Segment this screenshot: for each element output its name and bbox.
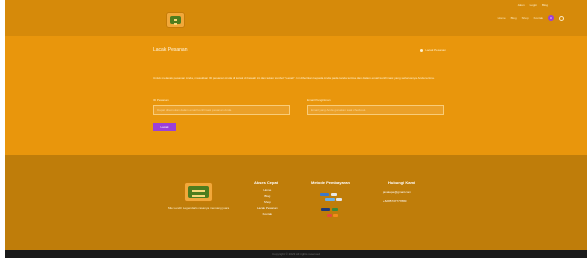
page: Akun Login Blog Home Blog Shop Kontak 0 … <box>5 0 587 258</box>
footer-link-blog[interactable]: Blog <box>264 194 270 198</box>
top-menu-login[interactable]: Login <box>530 3 537 7</box>
nav-shop[interactable]: Shop <box>522 16 529 20</box>
payment-logo <box>320 193 329 196</box>
order-id-label: ID Pesanan <box>153 98 169 102</box>
footer-link-kontak[interactable]: Kontak <box>263 212 272 216</box>
nav-home[interactable]: Home <box>498 16 506 20</box>
home-icon[interactable] <box>420 48 424 52</box>
quick-access-title: Akses Cepat <box>254 180 279 185</box>
payment-logo <box>336 198 342 201</box>
site-header: Akun Login Blog Home Blog Shop Kontak 0 <box>5 0 587 36</box>
footer-link-home[interactable]: Home <box>263 188 271 192</box>
footer-link-shop[interactable]: Shop <box>264 200 271 204</box>
payment-logo <box>333 214 338 217</box>
breadcrumb: Lacak Pesanan <box>420 48 446 52</box>
footer-link-track-order[interactable]: Lacak Pesanan <box>257 206 278 210</box>
footer-logo[interactable] <box>184 182 213 202</box>
payment-methods-title: Metode Pembayaran <box>311 180 350 185</box>
payment-logo <box>331 193 337 196</box>
copyright-text: Copyright © 2023 All rights reserved <box>271 252 321 256</box>
billing-email-input[interactable]: Email yang Anda gunakan saat checkout. <box>307 105 444 115</box>
top-menu-blog[interactable]: Blog <box>542 3 548 7</box>
logo-stripe <box>192 190 205 192</box>
main-nav: Home Blog Shop Kontak 0 <box>498 15 564 21</box>
top-menu: Akun Login Blog <box>518 3 548 7</box>
nav-blog[interactable]: Blog <box>511 16 517 20</box>
site-logo[interactable] <box>166 12 185 28</box>
payment-logo <box>327 214 332 217</box>
track-button[interactable]: Lacak <box>153 123 176 131</box>
top-menu-akun[interactable]: Akun <box>518 3 525 7</box>
contact-phone[interactable]: +6285737777880 <box>383 199 406 203</box>
nav-kontak[interactable]: Kontak <box>534 16 543 20</box>
search-icon[interactable] <box>559 15 564 21</box>
logo-emblem <box>188 186 209 198</box>
billing-email-label: Email Pengiriman <box>307 98 331 102</box>
payment-logo <box>332 208 338 211</box>
quick-access-links: Home Blog Shop Lacak Pesanan Kontak <box>257 188 278 216</box>
logo-emblem <box>170 16 181 25</box>
site-footer: Mie Lendir Legendaris rasanya memang jua… <box>5 155 587 250</box>
payment-logo <box>321 208 330 211</box>
track-intro-text: Untuk melacak pesanan Anda, masukkan ID … <box>153 76 435 80</box>
contact-title: Hubungi Kami <box>388 180 416 185</box>
logo-stripe <box>174 23 177 25</box>
footer-tagline: Mie Lendir Legendaris rasanya memang jua… <box>168 206 230 210</box>
logo-stripe <box>192 195 205 197</box>
order-id-input[interactable]: Dapat ditemukan dalam email konfirmasi p… <box>153 105 290 115</box>
payment-logo <box>325 198 335 201</box>
main-content: Lacak Pesanan Lacak Pesanan Untuk melaca… <box>5 36 587 155</box>
logo-stripe <box>174 19 177 21</box>
cart-count-badge[interactable]: 0 <box>548 15 554 21</box>
contact-email[interactable]: javatepe@gmail.com <box>383 190 411 194</box>
page-title: Lacak Pesanan <box>153 47 188 53</box>
breadcrumb-current: Lacak Pesanan <box>425 48 446 52</box>
copyright-bar: Copyright © 2023 All rights reserved <box>5 250 587 258</box>
